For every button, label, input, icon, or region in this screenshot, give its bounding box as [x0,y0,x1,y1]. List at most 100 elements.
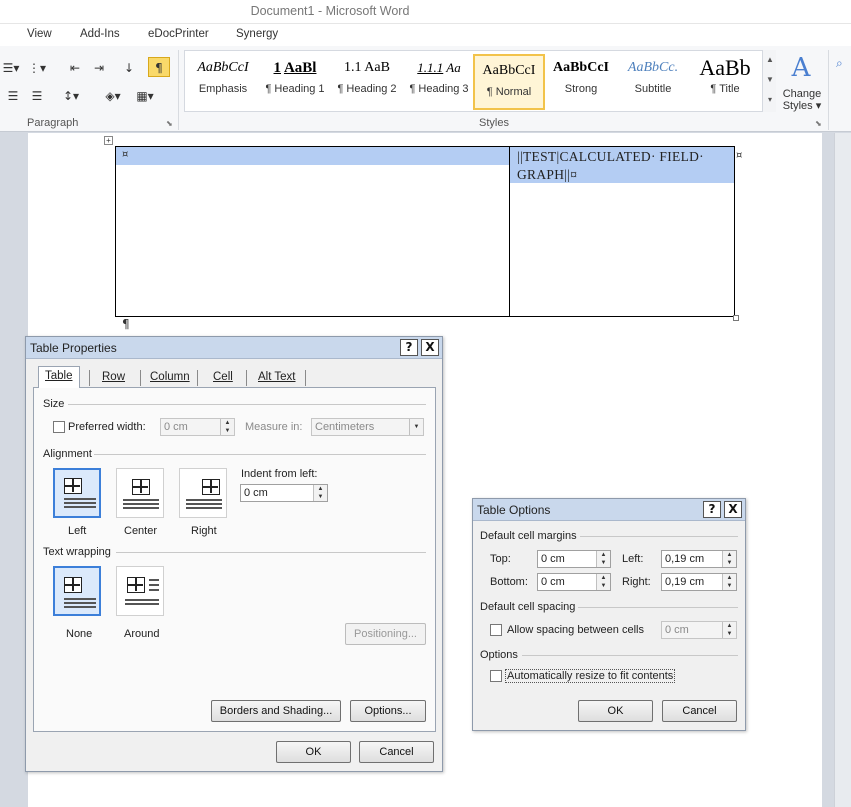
table-cell-selected[interactable] [116,147,509,165]
measure-in-select[interactable]: Centimeters ▼ [311,418,424,436]
styles-gallery-scroll: ▲ ▼ ▾ [762,50,776,112]
alignment-center-option[interactable] [116,468,164,518]
help-button[interactable]: ? [703,501,721,518]
tab-separator [197,370,198,386]
spin-down-icon[interactable]: ▼ [221,427,234,435]
tab-table[interactable]: Table [38,366,80,388]
style-normal[interactable]: AaBbCcI ¶ Normal [473,54,545,110]
allow-spacing-checkbox[interactable] [490,624,502,636]
top-margin-label: Top: [490,553,511,565]
tab-cell[interactable]: Cell [207,368,239,388]
divider [580,536,738,537]
wrapping-none-option[interactable] [53,566,101,616]
find-icon[interactable]: ⌕ [836,56,843,71]
chevron-down-icon[interactable]: ▼ [410,423,423,431]
close-button[interactable]: X [421,339,439,356]
increase-indent-icon[interactable]: ⇥ [88,58,110,78]
spin-up-icon[interactable]: ▲ [221,419,234,427]
spin-down-icon[interactable]: ▼ [597,559,610,567]
wrap-none-icon [64,577,82,593]
alignment-right-option[interactable] [179,468,227,518]
left-margin-spinner[interactable]: 0,19 cm ▲ ▼ [661,550,737,568]
bottom-margin-label: Bottom: [490,576,528,588]
cell-spacing-spinner[interactable]: 0 cm ▲ ▼ [661,621,737,639]
tab-view[interactable]: View [27,28,52,40]
style-heading-3[interactable]: 1.1.1 Aa ¶ Heading 3 [403,53,475,109]
gallery-more-icon[interactable]: ▾ [763,90,777,110]
auto-resize-checkbox[interactable] [490,670,502,682]
sort-icon[interactable]: ↓ [118,58,140,78]
tab-separator [89,370,90,386]
spin-up-icon[interactable]: ▲ [723,622,736,630]
borders-icon[interactable]: ▦▾ [134,86,156,106]
shading-icon[interactable]: ◈▾ [102,86,124,106]
tab-edocprinter[interactable]: eDocPrinter [148,28,209,40]
style-subtitle[interactable]: AaBbCc. Subtitle [617,53,689,109]
spin-up-icon[interactable]: ▲ [723,574,736,582]
preferred-width-checkbox[interactable] [53,421,65,433]
allow-spacing-label: Allow spacing between cells [507,624,644,636]
vertical-scrollbar[interactable] [834,133,851,807]
top-margin-spinner[interactable]: 0 cm ▲ ▼ [537,550,611,568]
divider [68,404,426,405]
ok-button[interactable]: OK [578,700,653,722]
close-button[interactable]: X [724,501,742,518]
size-section-label: Size [43,398,65,410]
bullets-icon[interactable]: ☰▾ [0,58,22,78]
style-heading-2[interactable]: 1.1 AaB ¶ Heading 2 [331,53,403,109]
wrapping-around-option[interactable] [116,566,164,616]
gallery-up-icon[interactable]: ▲ [763,50,777,70]
dialog-titlebar[interactable]: Table Options ? X [473,499,745,521]
alignment-left-option[interactable] [53,468,101,518]
group-divider [828,50,829,130]
style-emphasis[interactable]: AaBbCcI Emphasis [187,53,259,109]
multilevel-list-icon[interactable]: ⋮▾ [26,58,48,78]
spin-up-icon[interactable]: ▲ [723,551,736,559]
decrease-indent-icon[interactable]: ⇤ [64,58,86,78]
tab-column[interactable]: Column [144,368,196,388]
positioning-button[interactable]: Positioning... [345,623,426,645]
style-strong[interactable]: AaBbCcI Strong [545,53,617,109]
table-resize-handle[interactable] [733,315,739,321]
spin-up-icon[interactable]: ▲ [597,551,610,559]
spin-down-icon[interactable]: ▼ [723,630,736,638]
spin-down-icon[interactable]: ▼ [723,582,736,590]
show-formatting-button[interactable]: ¶ [148,57,170,77]
bottom-margin-spinner[interactable]: 0 cm ▲ ▼ [537,573,611,591]
paragraph-dialog-launcher-icon[interactable]: ⬊ [166,119,173,128]
window-title: Document1 - Microsoft Word [250,4,410,18]
change-styles-button[interactable]: Change Styles ▾ [782,88,822,112]
tab-synergy[interactable]: Synergy [236,28,278,40]
indent-spinner[interactable]: 0 cm ▲ ▼ [240,484,328,502]
tab-row[interactable]: Row [96,368,131,388]
preferred-width-spinner[interactable]: 0 cm ▲ ▼ [160,418,235,436]
styles-gallery: AaBbCcI Emphasis 1 AaBl ¶ Heading 1 1.1 … [184,50,776,112]
cancel-button[interactable]: Cancel [662,700,737,722]
distributed-icon[interactable]: ☰ [26,86,48,106]
style-title[interactable]: AaBb ¶ Title [689,53,761,109]
justify-icon[interactable]: ☰ [2,86,24,106]
change-styles-icon[interactable]: A [784,52,818,84]
borders-and-shading-button[interactable]: Borders and Shading... [211,700,341,722]
spin-down-icon[interactable]: ▼ [314,493,327,501]
spin-down-icon[interactable]: ▼ [597,582,610,590]
help-button[interactable]: ? [400,339,418,356]
style-heading-1[interactable]: 1 AaBl ¶ Heading 1 [259,53,331,109]
right-margin-spinner[interactable]: 0,19 cm ▲ ▼ [661,573,737,591]
tab-add-ins[interactable]: Add-Ins [80,28,120,40]
table-move-handle[interactable]: + [104,136,113,145]
options-button[interactable]: Options... [350,700,426,722]
styles-dialog-launcher-icon[interactable]: ⬊ [815,119,822,128]
spin-up-icon[interactable]: ▲ [597,574,610,582]
dialog-titlebar[interactable]: Table Properties ? X [26,337,442,359]
tab-alt-text[interactable]: Alt Text [252,368,302,388]
spin-down-icon[interactable]: ▼ [723,559,736,567]
tab-separator [246,370,247,386]
wrapping-none-label: None [66,628,93,640]
options-section-label: Options [480,649,518,661]
ok-button[interactable]: OK [276,741,351,763]
line-spacing-icon[interactable]: ↕▾ [60,86,82,106]
spin-up-icon[interactable]: ▲ [314,485,327,493]
gallery-down-icon[interactable]: ▼ [763,70,777,90]
cancel-button[interactable]: Cancel [359,741,434,763]
